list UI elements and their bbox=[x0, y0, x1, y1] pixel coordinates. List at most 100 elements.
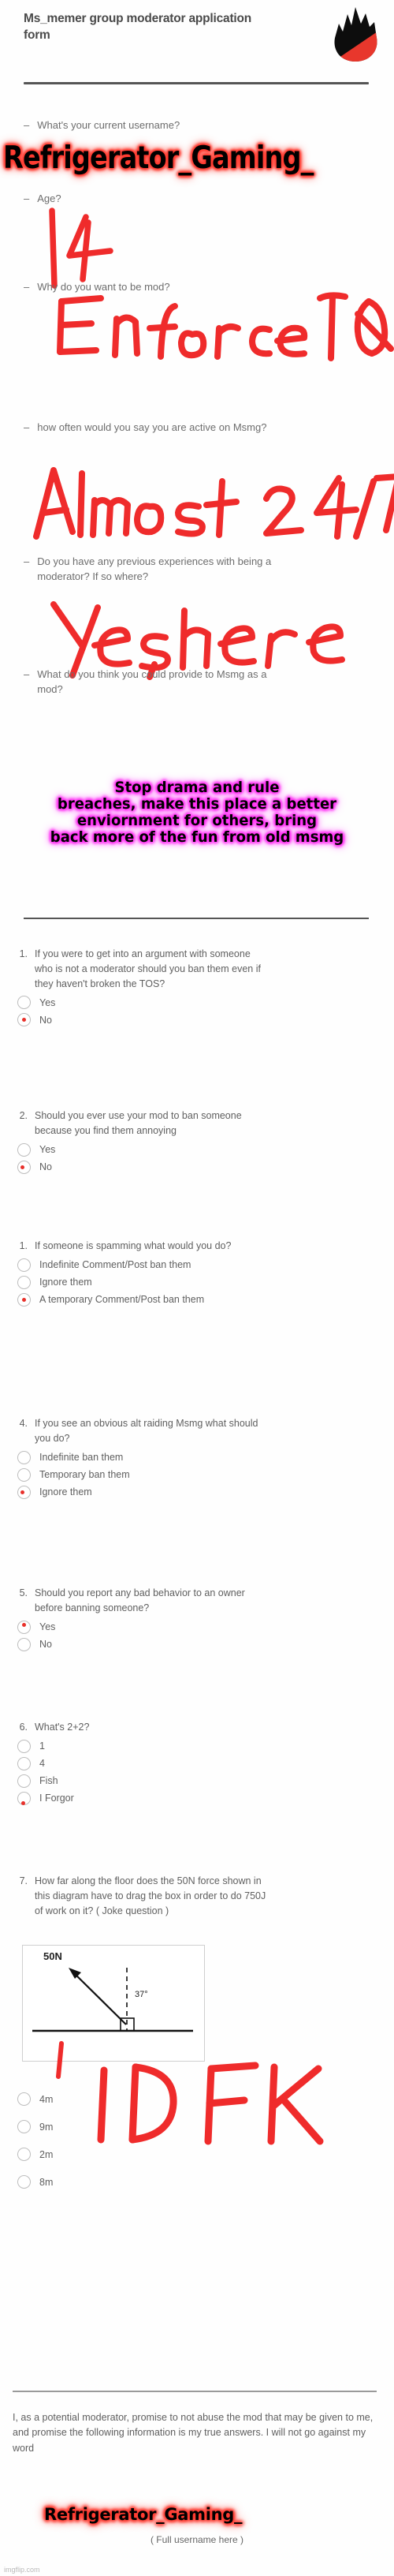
radio-button[interactable] bbox=[17, 1013, 31, 1027]
section-divider bbox=[24, 918, 369, 919]
option-label: No bbox=[39, 1014, 52, 1026]
option-label: Ignore them bbox=[39, 1486, 92, 1497]
radio-button[interactable] bbox=[17, 2120, 31, 2133]
form-header: Ms_memer group moderator application for… bbox=[0, 0, 394, 95]
open-question-experience: – Do you have any previous experiences w… bbox=[24, 555, 273, 585]
question-number: 2. bbox=[19, 1110, 28, 1121]
radio-button[interactable] bbox=[17, 1292, 31, 1307]
option-row[interactable]: No bbox=[16, 1013, 361, 1027]
option-row[interactable]: Yes bbox=[16, 996, 361, 1010]
option-label: I Forgor bbox=[39, 1793, 74, 1804]
question-number: 5. bbox=[19, 1587, 28, 1598]
option-row[interactable]: 4 bbox=[16, 1756, 361, 1770]
option-row[interactable]: I Forgor bbox=[16, 1791, 361, 1805]
radio-button[interactable] bbox=[17, 2175, 31, 2189]
answer-provide-line-3: enviornment for others, bring bbox=[76, 811, 318, 829]
angle-label: 37° bbox=[135, 1990, 148, 1999]
question-text: How far along the floor does the 50N for… bbox=[35, 1875, 266, 1916]
bullet-dash: – bbox=[24, 668, 30, 680]
option-label: 4 bbox=[39, 1758, 45, 1770]
question-number: 4. bbox=[19, 1418, 28, 1429]
question-heading: 5. Should you report any bad behavior to… bbox=[14, 1586, 361, 1616]
signature-username: Refrigerator_Gaming_ bbox=[44, 2505, 243, 2524]
option-row[interactable]: Ignore them bbox=[16, 1275, 361, 1289]
question-text: What do you think you could provide to M… bbox=[37, 668, 267, 695]
radio-button[interactable] bbox=[17, 1739, 31, 1753]
option-row[interactable]: Yes bbox=[16, 1620, 361, 1634]
answer-username: Refrigerator_Gaming_ bbox=[3, 140, 314, 176]
bullet-dash: – bbox=[24, 281, 30, 293]
open-question-provide: – What do you think you could provide to… bbox=[24, 667, 273, 697]
radio-button[interactable] bbox=[17, 1791, 31, 1805]
radio-button[interactable] bbox=[17, 1160, 31, 1174]
diagram-svg bbox=[32, 1968, 193, 2032]
numbered-question-7: 7. How far along the floor does the 50N … bbox=[14, 1874, 361, 1918]
question-text: how often would you say you are active o… bbox=[37, 421, 267, 433]
answer-provide-line-4: back more of the fun from old msmg bbox=[50, 828, 344, 846]
selection-mark bbox=[20, 1165, 24, 1169]
question-text: If you were to get into an argument with… bbox=[35, 948, 261, 989]
selection-mark bbox=[20, 1490, 24, 1494]
option-row[interactable]: No bbox=[16, 1160, 361, 1174]
radio-button[interactable] bbox=[17, 1756, 31, 1770]
option-row[interactable]: 8m bbox=[16, 2175, 361, 2189]
question-number: 6. bbox=[19, 1722, 28, 1733]
option-label: Yes bbox=[39, 1621, 56, 1632]
radio-button[interactable] bbox=[17, 2148, 31, 2161]
option-label: A temporary Comment/Post ban them bbox=[39, 1294, 205, 1306]
pledge-text: I, as a potential moderator, promise to … bbox=[13, 2412, 374, 2454]
bullet-dash: – bbox=[24, 119, 30, 131]
imgflip-watermark: imgflip.com bbox=[4, 2566, 40, 2574]
option-label: Yes bbox=[39, 996, 56, 1008]
option-row[interactable]: Yes bbox=[16, 1142, 361, 1157]
question-text: Age? bbox=[37, 193, 61, 204]
question-number: 7. bbox=[19, 1875, 28, 1886]
option-row[interactable]: No bbox=[16, 1637, 361, 1651]
question-heading: 1. If you were to get into an argument w… bbox=[14, 947, 361, 991]
option-row[interactable]: Ignore them bbox=[16, 1485, 361, 1499]
question-text: Why do you want to be mod? bbox=[37, 281, 170, 293]
application-form-page: Ms_memer group moderator application for… bbox=[0, 0, 394, 2576]
option-row[interactable]: 4m bbox=[16, 2092, 361, 2106]
option-row[interactable]: Temporary ban them bbox=[16, 1467, 361, 1482]
radio-button[interactable] bbox=[17, 1637, 31, 1651]
option-row[interactable]: Indefinite Comment/Post ban them bbox=[16, 1258, 361, 1272]
radio-button[interactable] bbox=[17, 2092, 31, 2106]
open-question-username: – What's your current username? bbox=[24, 118, 273, 133]
header-divider bbox=[24, 82, 369, 84]
option-label: Indefinite ban them bbox=[39, 1452, 124, 1463]
radio-button[interactable] bbox=[17, 1275, 31, 1289]
selection-mark bbox=[22, 1622, 26, 1627]
answer-activity-handwriting bbox=[30, 464, 394, 543]
question-number: 1. bbox=[19, 1240, 28, 1251]
radio-button[interactable] bbox=[17, 1620, 31, 1634]
radio-button[interactable] bbox=[17, 1258, 31, 1272]
radio-button[interactable] bbox=[17, 1485, 31, 1499]
option-row[interactable]: 9m bbox=[16, 2120, 361, 2133]
radio-button[interactable] bbox=[17, 1142, 31, 1157]
option-row[interactable]: Indefinite ban them bbox=[16, 1450, 361, 1464]
question-heading: 1. If someone is spamming what would you… bbox=[14, 1239, 361, 1254]
option-row[interactable]: 1 bbox=[16, 1739, 361, 1753]
selection-mark bbox=[22, 1018, 26, 1023]
radio-button[interactable] bbox=[17, 996, 31, 1010]
question-text: Should you report any bad behavior to an… bbox=[35, 1587, 245, 1613]
page-title: Ms_memer group moderator application for… bbox=[24, 12, 252, 42]
physics-diagram: 50N 37° bbox=[22, 1945, 205, 2062]
question-text: If you see an obvious alt raiding Msmg w… bbox=[35, 1418, 258, 1444]
bullet-dash: – bbox=[24, 193, 30, 204]
option-label: 9m bbox=[39, 2121, 54, 2133]
option-row[interactable]: A temporary Comment/Post ban them bbox=[16, 1292, 361, 1307]
option-row[interactable]: Fish bbox=[16, 1774, 361, 1788]
footer-divider bbox=[13, 2391, 377, 2392]
option-label: 1 bbox=[39, 1740, 45, 1752]
open-question-why-mod: – Why do you want to be mod? bbox=[24, 280, 273, 295]
radio-button[interactable] bbox=[17, 1467, 31, 1482]
option-label: 8m bbox=[39, 2176, 54, 2188]
question-text: What's your current username? bbox=[37, 119, 180, 131]
question-heading: 4. If you see an obvious alt raiding Msm… bbox=[14, 1416, 361, 1446]
option-label: Ignore them bbox=[39, 1277, 92, 1288]
radio-button[interactable] bbox=[17, 1774, 31, 1788]
option-row[interactable]: 2m bbox=[16, 2148, 361, 2161]
radio-button[interactable] bbox=[17, 1450, 31, 1464]
